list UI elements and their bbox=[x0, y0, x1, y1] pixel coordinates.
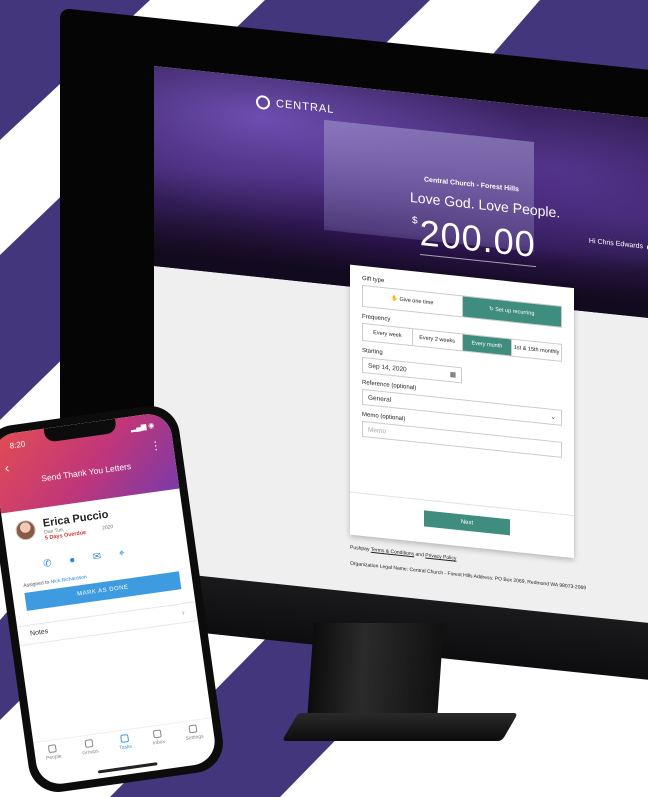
giving-form: Gift type ✋ Give one time ↻ Set up recur… bbox=[350, 264, 574, 559]
status-time: 8:20 bbox=[9, 439, 26, 451]
bottom-tab-bar: People Groups Tasks Inbox Settings bbox=[33, 717, 216, 773]
terms-link[interactable]: Terms & Conditions bbox=[371, 547, 414, 558]
frequency-every-2-weeks[interactable]: Every 2 weeks bbox=[412, 329, 463, 351]
more-options-icon[interactable]: ⋮ bbox=[149, 439, 162, 453]
groups-icon bbox=[84, 738, 94, 748]
memo-placeholder: Memo bbox=[368, 425, 387, 435]
reference-value: General bbox=[368, 393, 392, 404]
contact-card[interactable]: Erica Puccio Due Tue, ... 5 Days Overdue… bbox=[14, 509, 114, 546]
chevron-down-icon: ⌄ bbox=[550, 413, 556, 422]
contact-actions: ✆ ● ✉ ⌖ bbox=[42, 548, 128, 570]
tab-groups[interactable]: Groups bbox=[80, 734, 100, 766]
give-one-time-label: Give one time bbox=[399, 296, 434, 307]
set-up-recurring-label: Set up recurring bbox=[495, 306, 535, 317]
form-divider bbox=[350, 491, 574, 517]
promo-scene: CENTRAL Hi Chris Edwards Central Church … bbox=[0, 0, 648, 797]
tab-people[interactable]: People bbox=[44, 740, 64, 772]
tab-settings[interactable]: Settings bbox=[183, 720, 205, 752]
assigned-prefix: Assigned to bbox=[23, 579, 50, 590]
footer-prefix: Pushpay bbox=[350, 544, 370, 553]
tab-people-label: People bbox=[45, 753, 62, 762]
tab-inbox[interactable]: Inbox bbox=[150, 725, 166, 756]
phone-icon[interactable]: ✆ bbox=[42, 558, 53, 570]
footer-links: Pushpay Terms & Conditions and Privacy P… bbox=[350, 545, 456, 562]
frequency-1st-15th[interactable]: 1st & 15th monthly bbox=[512, 340, 561, 361]
logo-icon bbox=[256, 94, 270, 111]
people-icon bbox=[48, 744, 58, 754]
tasks-icon bbox=[119, 733, 129, 744]
tab-tasks[interactable]: Tasks bbox=[117, 730, 134, 761]
tab-groups-label: Groups bbox=[81, 748, 100, 757]
currency-symbol: $ bbox=[412, 215, 418, 227]
settings-icon bbox=[188, 724, 198, 734]
task-title: Send Thank You Letters bbox=[40, 460, 132, 484]
footer-and: and bbox=[415, 551, 424, 559]
mark-as-done-button[interactable]: MARK AS DONE bbox=[24, 571, 182, 611]
next-button[interactable]: Next bbox=[424, 510, 510, 536]
email-icon[interactable]: ✉ bbox=[92, 551, 103, 563]
tab-inbox-label: Inbox bbox=[152, 738, 166, 747]
chevron-right-icon: › bbox=[181, 607, 186, 618]
calendar-icon[interactable]: ▦ bbox=[450, 370, 456, 379]
starting-date-value: Sep 14, 2020 bbox=[368, 361, 407, 374]
location-icon[interactable]: ⌖ bbox=[116, 548, 127, 560]
hand-coin-icon: ✋ bbox=[391, 295, 400, 303]
tab-tasks-label: Tasks bbox=[118, 743, 133, 752]
footer-org-info: Organization Legal Name: Central Church … bbox=[350, 560, 587, 592]
frequency-every-month[interactable]: Every month bbox=[462, 334, 513, 356]
back-arrow-icon[interactable]: ‹ bbox=[4, 460, 10, 475]
status-indicators: ▂▄▆ ◉ bbox=[130, 422, 155, 433]
message-icon[interactable]: ● bbox=[67, 555, 78, 567]
tab-settings-label: Settings bbox=[185, 733, 205, 742]
due-date: 2020 bbox=[101, 524, 114, 532]
notes-label: Notes bbox=[29, 628, 49, 638]
privacy-link[interactable]: Privacy Policy bbox=[425, 553, 456, 562]
assignee-link[interactable]: Nick Richardson bbox=[50, 574, 87, 585]
giving-webpage: CENTRAL Hi Chris Edwards Central Church … bbox=[154, 66, 648, 628]
frequency-every-week[interactable]: Every week bbox=[363, 323, 413, 346]
monitor-foot bbox=[281, 713, 519, 741]
avatar bbox=[14, 518, 37, 542]
inbox-icon bbox=[153, 729, 163, 739]
